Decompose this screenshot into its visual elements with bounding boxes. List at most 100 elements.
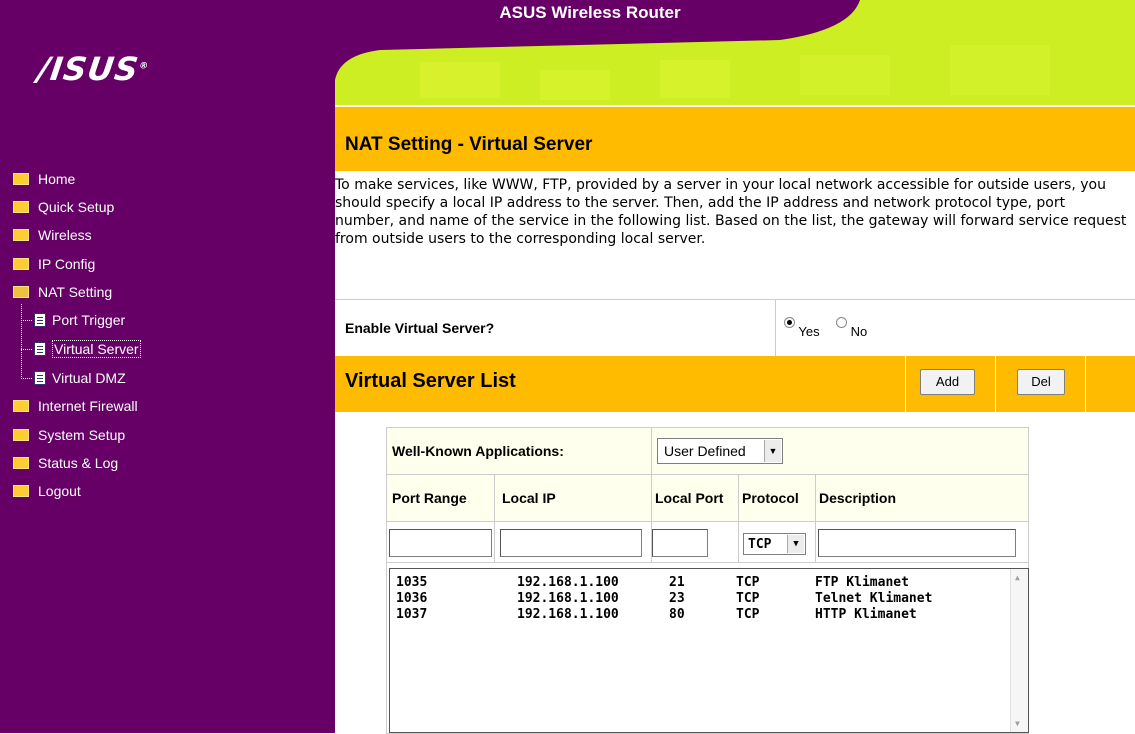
grid-line — [387, 562, 1028, 563]
chevron-down-icon[interactable]: ▼ — [787, 535, 804, 553]
sidebar-item-label: Status & Log — [38, 455, 119, 471]
sidebar-item-label: Wireless — [38, 227, 92, 243]
virtual-server-table: Well-Known Applications: User Defined ▼ … — [386, 427, 1029, 734]
sidebar-item-label: Port Trigger — [52, 312, 126, 328]
grid-line — [387, 474, 1028, 475]
sidebar-item-nat-setting[interactable]: NAT Setting — [13, 280, 112, 304]
select-value: User Defined — [664, 443, 746, 459]
tree-line — [21, 304, 22, 379]
well-known-applications-label: Well-Known Applications: — [392, 443, 564, 459]
main-content: NAT Setting - Virtual Server To make ser… — [335, 105, 1135, 734]
grid-line — [494, 475, 495, 562]
row-port-range: 1036 — [396, 591, 428, 606]
folder-icon — [13, 429, 29, 441]
radio-yes-option[interactable]: Yes — [784, 316, 820, 339]
folder-icon — [13, 229, 29, 241]
radio-no-label: No — [850, 324, 868, 339]
row-protocol: TCP — [736, 591, 760, 606]
sidebar-item-wireless[interactable]: Wireless — [13, 223, 92, 247]
folder-icon — [13, 485, 29, 497]
sidebar-item-label: Quick Setup — [38, 199, 115, 215]
list-item[interactable]: 1037 192.168.1.100 80 TCP HTTP Klimanet — [396, 607, 917, 623]
sidebar-item-virtual-dmz[interactable]: Virtual DMZ — [34, 366, 126, 390]
row-protocol: TCP — [736, 575, 760, 590]
protocol-select[interactable]: TCP ▼ — [743, 533, 806, 555]
list-item[interactable]: 1036 192.168.1.100 23 TCP Telnet Klimane… — [396, 591, 932, 607]
tree-line — [21, 320, 32, 321]
sidebar-item-status-log[interactable]: Status & Log — [13, 451, 118, 475]
grid-line — [387, 521, 1028, 522]
port-range-input[interactable] — [389, 529, 492, 557]
sidebar-item-label: Virtual DMZ — [52, 370, 126, 386]
well-known-applications-select[interactable]: User Defined ▼ — [657, 438, 783, 464]
folder-icon — [13, 457, 29, 469]
row-local-port: 80 — [669, 607, 685, 622]
folder-icon — [13, 400, 29, 412]
row-local-port: 23 — [669, 591, 685, 606]
row-description: HTTP Klimanet — [815, 607, 917, 622]
enable-virtual-server-row: Enable Virtual Server? Yes No — [335, 299, 1135, 356]
sidebar-item-label: Virtual Server — [52, 340, 141, 358]
column-header-local-ip: Local IP — [502, 490, 556, 506]
document-icon — [34, 371, 46, 385]
page-title: NAT Setting - Virtual Server — [345, 134, 593, 155]
radio-no-option[interactable]: No — [836, 316, 867, 339]
description-input[interactable] — [818, 529, 1016, 557]
sidebar-item-label: Home — [38, 171, 76, 187]
tree-line — [21, 378, 32, 379]
virtual-server-list-title: Virtual Server List — [345, 370, 516, 392]
folder-icon — [13, 173, 29, 185]
row-port-range: 1037 — [396, 607, 428, 622]
folder-icon — [13, 258, 29, 270]
row-local-port: 21 — [669, 575, 685, 590]
column-header-protocol: Protocol — [742, 490, 799, 506]
row-local-ip: 192.168.1.100 — [517, 591, 619, 606]
scroll-up-icon[interactable]: ▲ — [1015, 573, 1020, 582]
divider — [995, 356, 996, 412]
folder-icon — [13, 201, 29, 213]
grid-line — [738, 475, 739, 562]
del-button[interactable]: Del — [1017, 369, 1065, 395]
radio-no[interactable] — [836, 317, 847, 328]
listbox-scrollbar[interactable]: ▲ ▼ — [1010, 569, 1028, 732]
sidebar-item-label: NAT Setting — [38, 284, 113, 300]
sidebar-item-label: Logout — [38, 483, 81, 499]
row-port-range: 1035 — [396, 575, 428, 590]
add-button[interactable]: Add — [920, 369, 975, 395]
virtual-server-listbox[interactable]: 1035 192.168.1.100 21 TCP FTP Klimanet 1… — [389, 568, 1029, 733]
folder-open-icon — [13, 286, 29, 298]
row-local-ip: 192.168.1.100 — [517, 575, 619, 590]
enable-virtual-server-label: Enable Virtual Server? — [345, 320, 495, 336]
description-text: To make services, like WWW, FTP, provide… — [335, 177, 1127, 247]
sidebar-item-system-setup[interactable]: System Setup — [13, 423, 125, 447]
sidebar-item-home[interactable]: Home — [13, 167, 75, 191]
header: ASUS Wireless Router /ISUS® — [0, 0, 1135, 105]
sidebar-item-internet-firewall[interactable]: Internet Firewall — [13, 394, 138, 418]
column-header-description: Description — [819, 490, 897, 506]
row-description: FTP Klimanet — [815, 575, 909, 590]
select-value: TCP — [748, 536, 772, 552]
local-port-input[interactable] — [652, 529, 708, 557]
column-header-local-port: Local Port — [655, 490, 724, 506]
row-description: Telnet Klimanet — [815, 591, 933, 606]
asus-logo: /ISUS® — [35, 50, 150, 88]
document-icon — [34, 313, 46, 327]
divider — [1085, 356, 1086, 412]
row-protocol: TCP — [736, 607, 760, 622]
sidebar-item-ip-config[interactable]: IP Config — [13, 252, 95, 276]
sidebar-item-virtual-server[interactable]: Virtual Server — [34, 337, 141, 361]
sidebar-item-label: Internet Firewall — [38, 398, 138, 414]
sidebar-item-port-trigger[interactable]: Port Trigger — [34, 308, 125, 332]
radio-yes[interactable] — [784, 317, 795, 328]
radio-yes-label: Yes — [798, 324, 820, 339]
grid-line — [815, 475, 816, 562]
sidebar-item-quick-setup[interactable]: Quick Setup — [13, 195, 114, 219]
chevron-down-icon[interactable]: ▼ — [764, 440, 781, 462]
divider — [775, 300, 776, 356]
tree-line — [21, 349, 32, 350]
list-item[interactable]: 1035 192.168.1.100 21 TCP FTP Klimanet — [396, 575, 909, 591]
row-local-ip: 192.168.1.100 — [517, 607, 619, 622]
scroll-down-icon[interactable]: ▼ — [1015, 719, 1020, 728]
sidebar-item-logout[interactable]: Logout — [13, 479, 81, 503]
local-ip-input[interactable] — [500, 529, 642, 557]
